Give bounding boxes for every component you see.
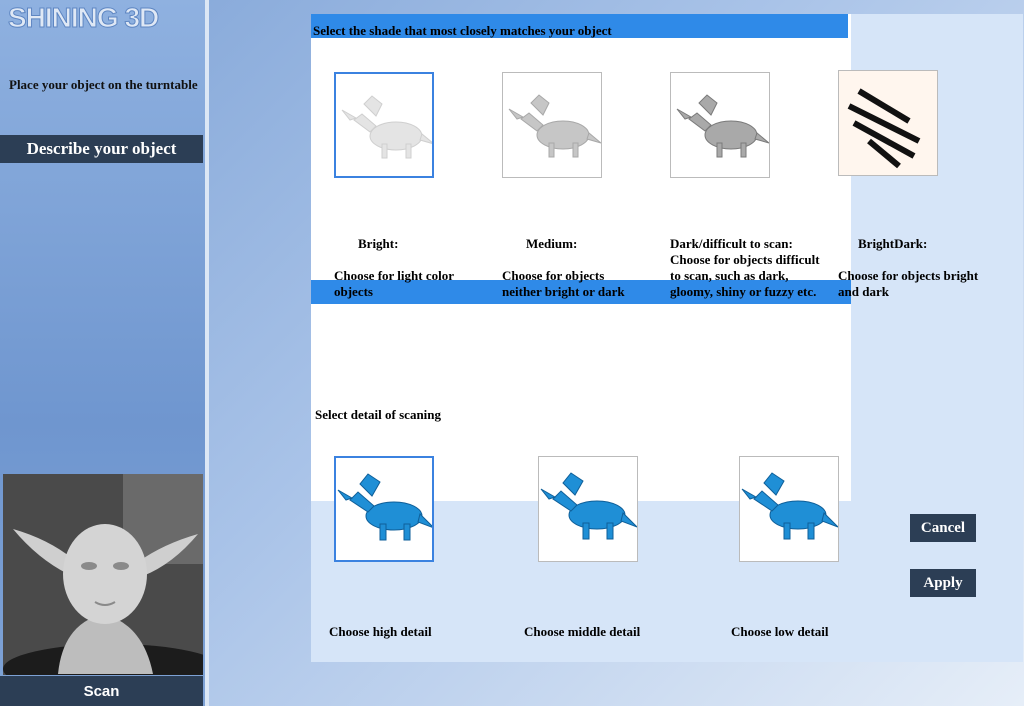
shade-dark-title: Dark/difficult to scan: [670,236,793,251]
striped-pattern-image [839,71,937,175]
yoda-bust-image [3,474,203,675]
shade-dark-desc: Choose for objects difficult to scan, su… [670,252,820,299]
shade-bright-desc: Choose for light color objects [334,268,454,299]
shade-header: Select the shade that most closely match… [311,14,848,38]
shade-medium-title: Medium: [526,236,578,251]
dinosaur-dark-image [676,94,769,158]
sidebar: SHINING 3D Place your object on the turn… [0,0,205,706]
detail-high-option[interactable] [334,456,434,562]
shade-medium-desc: Choose for objects neither bright or dar… [502,268,625,299]
dinosaur-gray-image [508,94,601,158]
instruction-text: Place your object on the turntable [9,77,198,92]
detail-middle-label: Choose middle detail [524,624,641,639]
apply-button[interactable]: Apply [910,569,976,597]
describe-object-button[interactable]: Describe your object [0,135,203,163]
dinosaur-low-detail-image [741,472,838,540]
shade-brightdark-title: BrightDark: [858,236,928,251]
camera-preview [3,474,203,675]
shade-bright-title: Bright: [358,236,399,251]
shade-brightdark-option[interactable] [838,70,938,176]
detail-low-label: Choose low detail [731,624,829,639]
detail-low-option[interactable] [739,456,839,562]
shade-brightdark-desc: Choose for objects bright and dark [838,268,979,299]
app-logo: SHINING 3D [7,2,159,34]
shade-medium-option[interactable] [502,72,602,178]
dinosaur-high-detail-image [337,473,432,541]
scan-button[interactable]: Scan [0,676,203,706]
shade-detail-dialog: Select the shade that most closely match… [311,14,1023,662]
detail-header: Select detail of scaning [315,407,442,422]
detail-high-label: Choose high detail [329,624,432,639]
detail-middle-option[interactable] [538,456,638,562]
dinosaur-white-image [341,95,432,159]
dinosaur-middle-detail-image [540,472,637,540]
sidebar-divider [205,0,209,706]
shade-bright-option[interactable] [334,72,434,178]
cancel-button[interactable]: Cancel [910,514,976,542]
shade-dark-option[interactable] [670,72,770,178]
